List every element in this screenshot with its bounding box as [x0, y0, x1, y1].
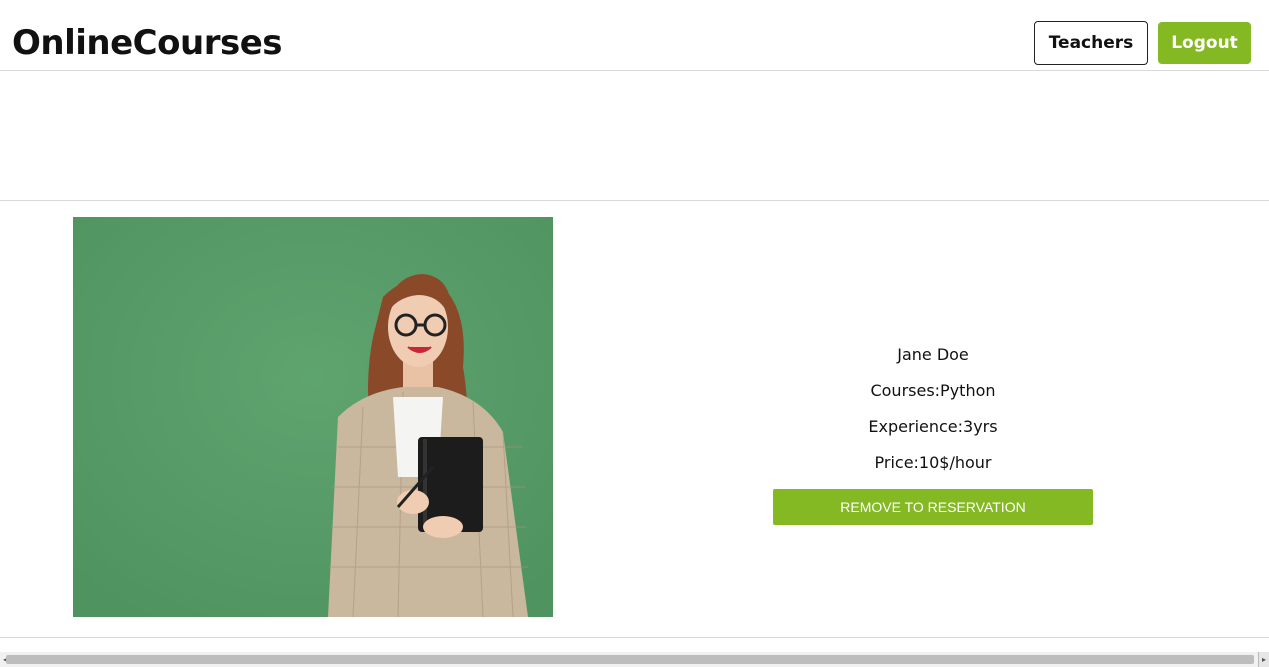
logout-button[interactable]: Logout: [1158, 22, 1251, 64]
teacher-info: Jane Doe Courses:Python Experience:3yrs …: [773, 340, 1093, 484]
teacher-experience: Experience:3yrs: [868, 417, 998, 436]
horizontal-scrollbar[interactable]: ◂ ▸: [0, 652, 1269, 667]
remove-reservation-button[interactable]: REMOVE TO RESERVATION: [773, 489, 1093, 525]
teacher-photo: [73, 217, 553, 617]
scroll-right-icon[interactable]: ▸: [1258, 652, 1269, 667]
teachers-button[interactable]: Teachers: [1034, 21, 1148, 65]
teacher-courses: Courses:Python: [870, 381, 996, 400]
scrollbar-thumb[interactable]: [6, 655, 1254, 664]
top-navbar: OnlineCourses Teachers Logout: [0, 0, 1269, 71]
teacher-name: Jane Doe: [897, 345, 969, 364]
brand-logo-text[interactable]: OnlineCourses: [12, 22, 283, 64]
teacher-price: Price:10$/hour: [874, 453, 992, 472]
